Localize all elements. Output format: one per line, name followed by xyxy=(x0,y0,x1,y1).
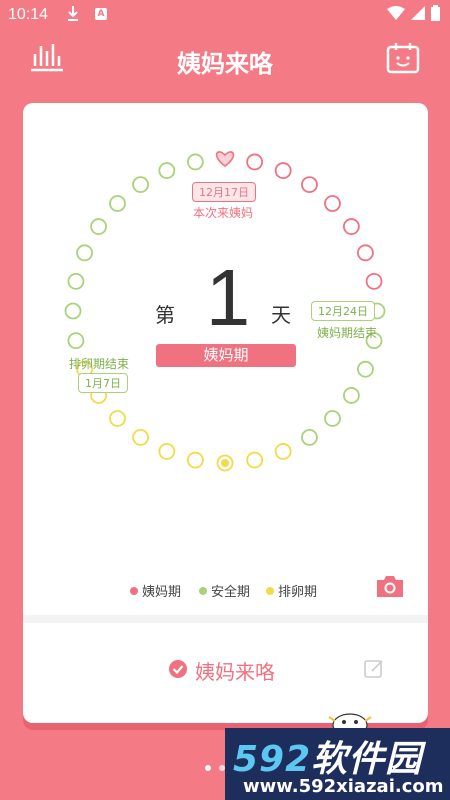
cycle-day-dot[interactable] xyxy=(324,195,341,212)
legend-period-dot xyxy=(130,586,138,595)
next-period-label: 本次来姨妈 xyxy=(193,206,254,220)
cycle-day-dot[interactable] xyxy=(90,218,108,235)
cycle-day-dot[interactable] xyxy=(246,153,264,171)
watermark-url: www.592xiazai.com xyxy=(243,776,444,797)
signal-icon xyxy=(411,6,425,24)
cycle-day-dot[interactable] xyxy=(132,428,149,446)
phase-label: 姨妈期 xyxy=(156,344,296,367)
legend-ovulation-dot xyxy=(266,586,274,595)
calendar-icon[interactable] xyxy=(386,42,420,78)
cycle-day-dot[interactable] xyxy=(324,410,341,427)
cycle-day-dot[interactable] xyxy=(301,428,318,446)
check-circle-icon xyxy=(168,659,188,683)
wifi-icon xyxy=(387,6,405,24)
app-header: 姨妈来咯 xyxy=(0,30,450,92)
legend-period-label: 姨妈期 xyxy=(142,585,182,600)
notification-a-icon: A xyxy=(95,8,107,20)
cycle-day-dot[interactable] xyxy=(186,153,204,171)
cycle-day-dot[interactable] xyxy=(342,387,360,404)
divider xyxy=(23,615,428,623)
ovulation-end-date-bubble: 1月7日 xyxy=(78,373,128,393)
cycle-card: 12月17日 本次来姨妈 12月24日 姨妈期结束 排卵期结束 1月7日 第 1… xyxy=(23,103,428,723)
cycle-day-dot[interactable] xyxy=(301,176,318,194)
today-heart-icon[interactable] xyxy=(215,151,235,167)
legend-safe-label: 安全期 xyxy=(211,585,251,600)
cycle-day-dot[interactable] xyxy=(158,443,176,460)
day-prefix: 第 xyxy=(155,303,175,327)
period-start-button[interactable]: 姨妈来咯 xyxy=(23,648,428,692)
cycle-day-dot[interactable] xyxy=(158,162,176,179)
ovulation-end-label: 排卵期结束 xyxy=(69,357,130,371)
cycle-day-dot[interactable] xyxy=(274,443,292,460)
page-indicator xyxy=(205,765,225,771)
camera-icon[interactable] xyxy=(375,573,405,603)
period-start-label: 姨妈来咯 xyxy=(195,660,275,684)
day-number: 1 xyxy=(205,253,251,342)
legend-safe: 安全期 xyxy=(199,581,250,600)
legend-safe-dot xyxy=(199,586,207,595)
legend-ovulation: 排卵期 xyxy=(266,581,317,600)
day-suffix: 天 xyxy=(271,303,291,327)
cycle-day-dot[interactable] xyxy=(132,176,149,194)
legend: 姨妈期 安全期 排卵期 xyxy=(23,581,428,601)
battery-icon xyxy=(431,5,440,25)
download-icon xyxy=(66,4,80,26)
cycle-day-dot[interactable] xyxy=(274,162,292,179)
cycle-day-dot[interactable] xyxy=(357,360,374,378)
watermark-logo-num: 592 xyxy=(233,739,312,780)
cycle-day-dot[interactable] xyxy=(342,218,360,235)
page-title: 姨妈来咯 xyxy=(177,50,273,78)
page-dot xyxy=(205,765,211,771)
status-time: 10:14 xyxy=(8,6,49,23)
legend-period: 姨妈期 xyxy=(130,581,181,600)
site-watermark: 592软件园 www.592xiazai.com xyxy=(225,728,450,800)
cycle-day-dot[interactable] xyxy=(246,451,264,469)
next-period-date-bubble: 12月17日 xyxy=(192,182,256,202)
ovulation-day-marker xyxy=(221,459,229,467)
watermark-logo: 592软件园 xyxy=(233,730,422,782)
watermark-logo-text: 软件园 xyxy=(311,739,423,780)
edit-icon[interactable] xyxy=(363,658,385,684)
status-bar: 10:14 A xyxy=(0,0,450,30)
legend-ovulation-label: 排卵期 xyxy=(278,585,318,600)
cycle-day-dot[interactable] xyxy=(109,195,126,212)
cycle-day-dot[interactable] xyxy=(109,410,126,427)
current-day-display: 第 1 天 xyxy=(23,253,428,343)
cycle-day-dot[interactable] xyxy=(186,451,204,469)
